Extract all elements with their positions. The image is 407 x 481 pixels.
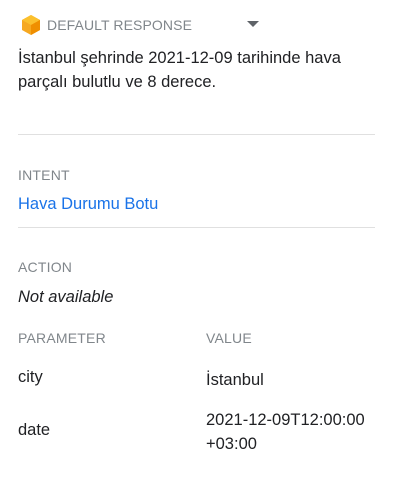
parameter-name: date (18, 421, 51, 439)
action-label: ACTION (18, 259, 73, 275)
parameter-value: 2021-12-09T12:00:00+03:00 (206, 411, 365, 453)
divider (18, 134, 375, 135)
parameter-name: city (18, 368, 43, 386)
intent-link[interactable]: Hava Durumu Botu (18, 195, 158, 214)
intent-label: INTENT (18, 167, 70, 183)
parameter-column-header: PARAMETER (18, 330, 106, 346)
default-response-selector[interactable]: DEFAULT RESPONSE (18, 13, 268, 37)
chevron-down-icon[interactable] (247, 21, 259, 27)
default-response-title: DEFAULT RESPONSE (47, 17, 193, 33)
value-column-header: VALUE (206, 330, 252, 346)
dialogflow-cube-icon (21, 14, 41, 36)
action-value: Not available (18, 288, 114, 306)
parameter-value: İstanbul (206, 371, 264, 389)
divider (18, 227, 375, 228)
response-text: İstanbul şehrinde 2021-12-09 tarihinde h… (18, 49, 341, 91)
